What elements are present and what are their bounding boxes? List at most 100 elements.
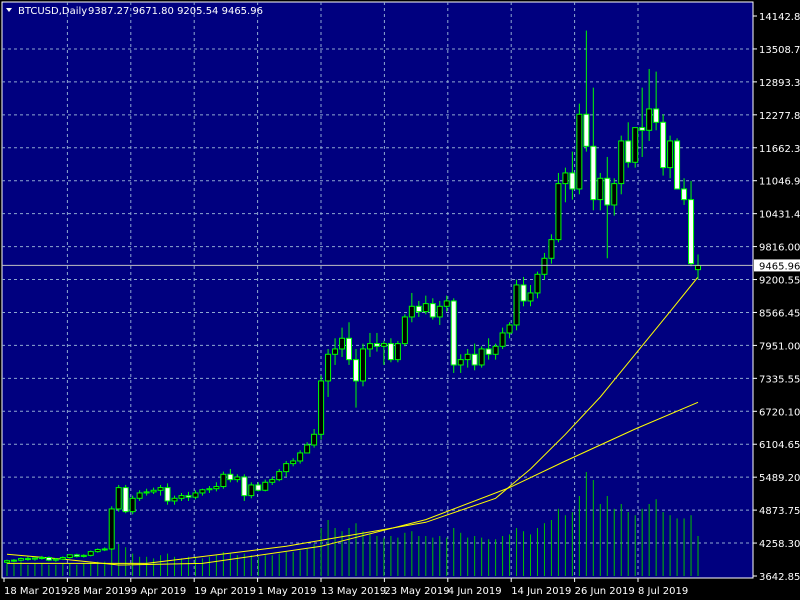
candle-body [38,556,45,559]
candle-body [569,172,576,190]
y-tick-label: 6720.10 [759,407,800,418]
candle-body [178,495,185,499]
candle-body [73,554,80,557]
candle-body [429,303,436,318]
y-tick-label: 7951.00 [759,341,800,352]
candle-body [695,264,702,271]
candle-body [199,489,206,494]
candle-body [325,353,332,382]
candle [318,375,325,440]
candle-body [380,343,387,347]
candle [108,506,115,551]
chart-window[interactable]: 9465.96 14142.80 13508.70 12893.35 12277.80… [0,0,800,600]
chart-header[interactable]: BTCUSD,Daily 9387.27 9671.80 9205.54 946… [6,6,263,17]
candle-body [583,113,590,147]
candle-body [576,113,583,190]
candle-body [660,121,667,169]
candle-body [59,556,66,560]
x-tick-label: 9 Apr 2019 [131,586,186,597]
x-tick-label: 1 May 2019 [258,586,317,597]
candle [632,127,639,168]
candle [513,279,520,331]
candle-body [136,492,143,499]
candle-body [520,284,527,302]
candle-body [171,497,178,502]
candle [674,138,681,190]
candle-body [283,463,290,473]
candle-body [387,343,394,361]
y-tick-label: 9200.55 [759,276,800,287]
candle-body [31,557,38,560]
symbol-label: BTCUSD,Daily [18,6,87,17]
candle-body [653,108,660,123]
candle-body [590,145,597,201]
candle-body [681,188,688,201]
candle-body [625,140,632,163]
candle-body [401,316,408,345]
candle-body [241,476,248,497]
current-price-label: 9465.96 [759,261,800,272]
candle-body [436,305,443,318]
candle [115,484,122,512]
x-tick-label: 23 May 2019 [384,586,449,597]
candle-body [45,556,52,561]
candle [129,495,136,515]
candle-body [87,551,94,556]
y-tick-label: 4258.30 [759,539,800,550]
x-tick-label: 19 Apr 2019 [194,586,256,597]
candle-body [66,554,73,558]
candle [94,548,101,553]
x-tick-label: 26 Jun 2019 [575,586,635,597]
candle-body [248,484,255,497]
y-tick-label: 11662.35 [759,144,800,155]
y-tick-label: 11046.90 [759,177,800,188]
candle-body [227,473,234,481]
candle-body [618,140,625,185]
y-tick-label: 4873.75 [759,506,800,517]
candle-body [255,484,262,491]
y-tick-label: 6104.65 [759,440,800,451]
candle-body [185,495,192,498]
candle-body [353,359,359,382]
candle-body [499,332,506,347]
candle-body [646,108,653,131]
candle-body [129,497,136,513]
candle-body [667,140,674,169]
candle [248,482,255,499]
candlestick-chart[interactable]: 9465.96 14142.80 13508.70 12893.35 12277.80… [0,0,800,600]
candle-body [485,348,492,355]
y-tick-label: 10431.45 [759,210,800,221]
candle-body [471,353,478,366]
ohlc-values: 9387.27 9671.80 9205.54 9465.96 [88,6,263,17]
candle-body [492,345,499,355]
candle-body [122,487,129,513]
candle-body [269,479,276,483]
candle [450,298,457,373]
candle [401,314,408,347]
candle-body [443,300,450,307]
candle-body [541,257,548,275]
candle-body [24,558,31,561]
plot-area[interactable] [1,1,754,579]
candle-body [220,473,227,488]
candle-body [311,433,318,446]
candle-body [150,489,157,493]
candle-body [422,303,429,313]
candle [576,103,583,195]
candle [555,172,562,243]
candle-body [597,177,604,201]
candle-body [674,140,681,190]
y-tick-label: 7335.55 [759,374,800,385]
candle-body [366,343,373,350]
candle-body [359,348,366,382]
y-tick-label: 8566.45 [759,308,800,319]
candle-body [639,127,646,131]
x-tick-label: 14 Jun 2019 [511,586,571,597]
candle-body [346,337,353,361]
candle [359,343,366,387]
candle-body [213,486,220,490]
x-tick-label: 4 Jun 2019 [448,586,502,597]
candle-body [262,481,269,491]
candle [122,484,129,514]
candle [45,556,52,562]
